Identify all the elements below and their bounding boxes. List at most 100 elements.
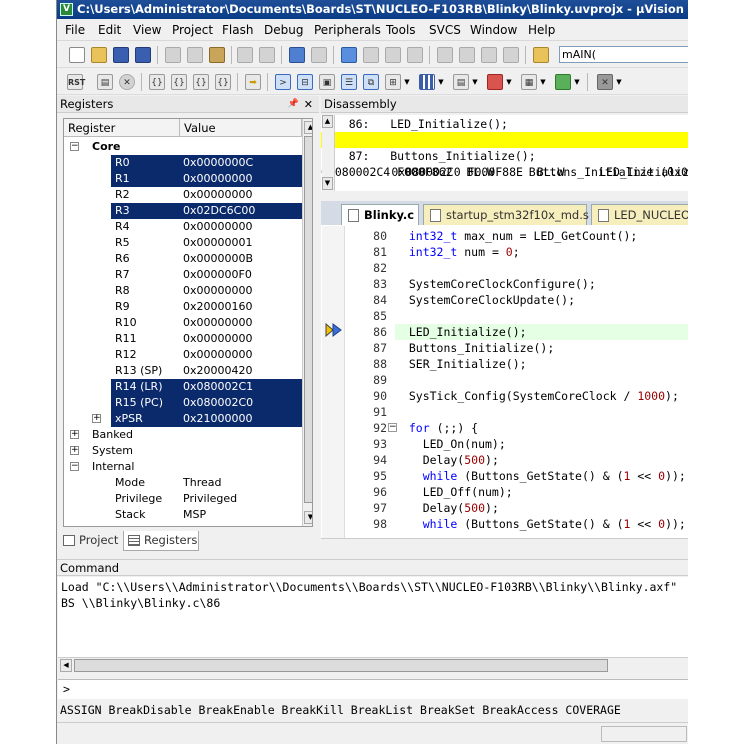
comment-icon[interactable] bbox=[481, 47, 497, 63]
chevron-down-icon[interactable]: ▼ bbox=[505, 74, 513, 90]
register-row[interactable]: R7 0x000000F0 bbox=[64, 267, 302, 283]
register-value[interactable]: 0x02DC6C00 bbox=[183, 203, 255, 219]
tab-led-c[interactable]: LED_NUCLEO_F103RB.c bbox=[591, 204, 688, 225]
register-row[interactable]: R5 0x00000001 bbox=[64, 235, 302, 251]
paste-icon[interactable] bbox=[209, 47, 225, 63]
core-group-row[interactable]: − Core bbox=[64, 139, 302, 155]
register-value[interactable]: Privileged bbox=[183, 491, 237, 507]
register-value[interactable]: MSP bbox=[183, 507, 206, 523]
redo-icon[interactable] bbox=[259, 47, 275, 63]
menu-peripherals[interactable]: Peripherals bbox=[314, 23, 381, 37]
code-line[interactable]: while (Buttons_GetState() & (1 << 0)); bbox=[395, 468, 688, 484]
system-viewer-icon[interactable] bbox=[555, 74, 571, 90]
register-row[interactable]: + xPSR 0x21000000 bbox=[64, 411, 302, 427]
menu-svcs[interactable]: SVCS bbox=[429, 23, 461, 37]
trace-window-icon[interactable]: ▦ bbox=[521, 74, 537, 90]
find-in-files-icon[interactable] bbox=[533, 47, 549, 63]
save-icon[interactable] bbox=[113, 47, 129, 63]
internal-group-row[interactable]: − Internal bbox=[64, 459, 302, 475]
register-row[interactable]: R2 0x00000000 bbox=[64, 187, 302, 203]
step-out-icon[interactable]: {} bbox=[193, 74, 209, 90]
menu-help[interactable]: Help bbox=[528, 23, 555, 37]
register-value[interactable]: 0x20000160 bbox=[183, 299, 253, 315]
register-row[interactable]: R9 0x20000160 bbox=[64, 299, 302, 315]
register-row[interactable]: Stack MSP bbox=[64, 507, 302, 523]
code-line[interactable]: while (Buttons_GetState() & (1 << 0)); bbox=[395, 516, 688, 532]
memory-window-icon[interactable] bbox=[419, 74, 435, 90]
scroll-thumb[interactable] bbox=[304, 136, 312, 503]
tab-blinky-c[interactable]: Blinky.c bbox=[341, 204, 419, 225]
code-line[interactable]: int32_t num = 0; bbox=[395, 244, 688, 260]
register-row[interactable]: R12 0x00000000 bbox=[64, 347, 302, 363]
find-combo[interactable]: mAIN( bbox=[559, 46, 688, 63]
command-input[interactable]: > bbox=[58, 679, 688, 699]
navigate-back-icon[interactable] bbox=[289, 47, 305, 63]
register-value[interactable]: 0x00000001 bbox=[183, 235, 253, 251]
disassembly-line[interactable]: 87: Buttons_Initialize(); bbox=[321, 148, 688, 164]
registers-window-icon[interactable]: ☰ bbox=[341, 74, 357, 90]
chevron-down-icon[interactable]: ▼ bbox=[471, 74, 479, 90]
disassembly-line[interactable]: 0x080002C4 F000F862 BL.W Buttons_Initial… bbox=[321, 164, 688, 180]
clear-bookmarks-icon[interactable] bbox=[407, 47, 423, 63]
register-row[interactable]: Privilege Privileged bbox=[64, 491, 302, 507]
code-line[interactable]: SystemCoreClockConfigure(); bbox=[395, 276, 688, 292]
tab-registers[interactable]: Registers bbox=[123, 531, 199, 551]
code-line[interactable] bbox=[395, 404, 688, 420]
code-line[interactable]: Delay(500); bbox=[395, 452, 688, 468]
command-window-icon[interactable]: > bbox=[275, 74, 291, 90]
expand-icon[interactable]: + bbox=[92, 414, 101, 423]
register-column-header[interactable]: Register bbox=[64, 119, 180, 137]
menu-window[interactable]: Window bbox=[470, 23, 517, 37]
register-value[interactable]: 0x00000000 bbox=[183, 187, 253, 203]
scroll-thumb[interactable] bbox=[74, 659, 608, 672]
code-line[interactable]: LED_On(num); bbox=[395, 436, 688, 452]
cut-icon[interactable] bbox=[165, 47, 181, 63]
disassembly-vertical-scrollbar[interactable]: ▲ ▼ bbox=[322, 115, 335, 191]
disassembly-line-current[interactable]: 0x080002C0 F000F88E BL.W LED_Initialize … bbox=[321, 132, 688, 179]
chevron-down-icon[interactable]: ▼ bbox=[573, 74, 581, 90]
register-value[interactable]: 0x21000000 bbox=[183, 411, 253, 427]
register-row[interactable]: R11 0x00000000 bbox=[64, 331, 302, 347]
register-value[interactable]: 0x0000000C bbox=[183, 155, 253, 171]
stop-icon[interactable]: ✕ bbox=[119, 74, 135, 90]
register-row[interactable]: R10 0x00000000 bbox=[64, 315, 302, 331]
run-icon[interactable]: ▤ bbox=[97, 74, 113, 90]
menu-file[interactable]: File bbox=[65, 23, 85, 37]
register-row[interactable]: R14 (LR) 0x080002C1 bbox=[64, 379, 302, 395]
code-line[interactable]: LED_Off(num); bbox=[395, 484, 688, 500]
menu-debug[interactable]: Debug bbox=[264, 23, 303, 37]
breakpoint-gutter[interactable] bbox=[322, 226, 345, 538]
register-value[interactable]: 0x0000000B bbox=[183, 251, 253, 267]
code-line[interactable]: for (;;) { bbox=[395, 420, 688, 436]
register-row[interactable]: R1 0x00000000 bbox=[64, 171, 302, 187]
tab-project[interactable]: Project bbox=[59, 531, 121, 551]
navigate-forward-icon[interactable] bbox=[311, 47, 327, 63]
register-value[interactable]: Thread bbox=[183, 475, 221, 491]
code-line[interactable]: LED_Initialize(); bbox=[395, 324, 688, 340]
menu-edit[interactable]: Edit bbox=[98, 23, 121, 37]
code-line[interactable]: Delay(500); bbox=[395, 500, 688, 516]
register-row[interactable]: R4 0x00000000 bbox=[64, 219, 302, 235]
code-area[interactable]: int32_t max_num = LED_GetCount(); int32_… bbox=[395, 226, 688, 538]
analysis-window-icon[interactable] bbox=[487, 74, 503, 90]
register-value[interactable]: 0x00000000 bbox=[183, 347, 253, 363]
next-bookmark-icon[interactable] bbox=[385, 47, 401, 63]
scroll-down-icon[interactable]: ▼ bbox=[304, 511, 312, 524]
register-value[interactable]: 0x080002C1 bbox=[183, 379, 253, 395]
tab-startup-s[interactable]: startup_stm32f10x_md.s bbox=[423, 204, 589, 225]
collapse-icon[interactable]: − bbox=[70, 462, 79, 471]
expand-icon[interactable]: + bbox=[70, 430, 79, 439]
code-line[interactable] bbox=[395, 260, 688, 276]
expand-icon[interactable]: + bbox=[70, 446, 79, 455]
code-line[interactable]: SystemCoreClockUpdate(); bbox=[395, 292, 688, 308]
save-all-icon[interactable] bbox=[135, 47, 151, 63]
code-line[interactable]: int32_t max_num = LED_GetCount(); bbox=[395, 228, 688, 244]
bookmark-icon[interactable] bbox=[341, 47, 357, 63]
register-value[interactable]: 0x00000000 bbox=[183, 315, 253, 331]
scroll-left-icon[interactable]: ◀ bbox=[60, 659, 72, 672]
indent-icon[interactable] bbox=[437, 47, 453, 63]
chevron-down-icon[interactable]: ▼ bbox=[615, 74, 623, 90]
collapse-icon[interactable]: − bbox=[70, 142, 79, 151]
register-value[interactable]: 0x00000000 bbox=[183, 283, 253, 299]
code-line[interactable]: SysTick_Config(SystemCoreClock / 1000); bbox=[395, 388, 688, 404]
